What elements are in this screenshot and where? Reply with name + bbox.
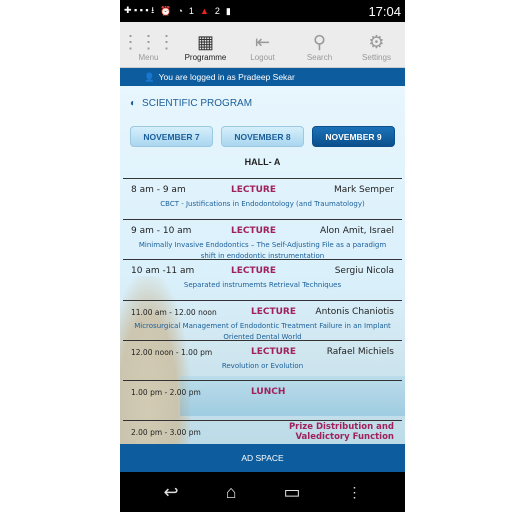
clock: 17:04 (368, 3, 401, 19)
logout-button[interactable]: ⇤ Logout (234, 22, 291, 67)
session-description: Separated instrumemts Retrieval Techniqu… (183, 281, 342, 289)
signal-2-label: 2 (214, 6, 220, 16)
session-line: 1.00 pm - 2.00 pm LUNCH (123, 383, 402, 401)
session-line: 10 am -11 am LECTURE Sergiu Nicola (123, 262, 402, 280)
session-line: 8 am - 9 am LECTURE Mark Semper (123, 181, 402, 199)
tab-november-8[interactable]: NOVEMBER 8 (221, 126, 304, 147)
session-type: Prize Distribution and Valedictory Funct… (288, 422, 394, 442)
session-line: 12.00 noon - 1.00 pm LECTURE Rafael Michie… (123, 343, 402, 361)
phone-screen: ✚ ▪ ▪ ▪ ⭳ ⏰ ◔ 1 ▲ 2 ▮ 17:04 ⋮⋮⋮ Menu ▦ Pro… (120, 0, 405, 512)
session-line: 2.00 pm - 3.00 pm Prize Distribution and … (123, 422, 402, 442)
session-type: LECTURE (231, 266, 277, 276)
settings-button[interactable]: ⚙ Settings (348, 22, 405, 67)
settings-label: Settings (362, 53, 391, 62)
recents-icon[interactable]: ▭ (283, 482, 300, 503)
search-label: Search (306, 53, 333, 62)
search-icon: ⚲ (312, 32, 327, 52)
session-time: 2.00 pm - 3.00 pm (131, 427, 201, 437)
session-row[interactable]: 9 am - 10 am LECTURE Alon Amit, Israel Mini… (123, 219, 402, 262)
ad-banner[interactable]: AD SPACE (120, 444, 405, 472)
home-icon[interactable]: ⌂ (226, 482, 237, 503)
session-time: 8 am - 9 am (131, 185, 186, 195)
programme-button[interactable]: ▦ Programme (177, 22, 234, 67)
session-speaker: Sergiu Nicola (334, 266, 394, 276)
session-speaker: Mark Semper (333, 185, 394, 195)
date-tabs: NOVEMBER 7 NOVEMBER 8 NOVEMBER 9 (130, 126, 395, 147)
session-type: LECTURE (231, 185, 277, 195)
session-line: 9 am - 10 am LECTURE Alon Amit, Israel (123, 222, 402, 240)
section-title: SCIENTIFIC PROGRAM (142, 98, 253, 109)
grid-icon: ⋮⋮⋮ (121, 32, 176, 52)
session-time: 1.00 pm - 2.00 pm (131, 387, 201, 397)
logout-label: Logout (250, 53, 275, 62)
hall-label: HALL- A (244, 157, 281, 167)
back-icon[interactable]: ↩ (164, 482, 179, 503)
session-type: LECTURE (251, 307, 297, 317)
menu-button[interactable]: ⋮⋮⋮ Menu (120, 22, 177, 67)
calendar-icon: ▦ (196, 32, 214, 52)
status-bar: ✚ ▪ ▪ ▪ ⭳ ⏰ ◔ 1 ▲ 2 ▮ 17:04 (120, 0, 405, 22)
toolbar: ⋮⋮⋮ Menu ▦ Programme ⇤ Logout ⚲ Search ⚙ Sett… (120, 22, 405, 68)
programme-label: Programme (184, 53, 227, 62)
gear-icon: ⚙ (368, 32, 385, 52)
warning-icon: ▲ (199, 6, 209, 16)
search-button[interactable]: ⚲ Search (291, 22, 348, 67)
login-banner: 👤 You are logged in as Pradeep Sekar (120, 68, 405, 86)
signal-1-label: 1 (188, 6, 194, 16)
session-description: CBCT - Justifications in Endodontology (… (160, 200, 365, 208)
tab-november-7[interactable]: NOVEMBER 7 (130, 126, 213, 147)
session-row[interactable]: 2.00 pm - 3.00 pm Prize Distribution and … (123, 420, 402, 442)
logout-icon: ⇤ (254, 32, 271, 52)
session-description: Revolution or Evolution (221, 362, 304, 370)
android-nav-bar: ↩ ⌂ ▭ ⋮ (120, 472, 405, 512)
session-time: 12.00 noon - 1.00 pm (131, 347, 213, 357)
session-row[interactable]: 10 am -11 am LECTURE Sergiu Nicola Separate… (123, 259, 402, 291)
bullet-icon: ◐ (130, 98, 137, 109)
session-speaker: Antonis Chaniotis (315, 307, 394, 317)
session-row[interactable]: 8 am - 9 am LECTURE Mark Semper CBCT - Just… (123, 178, 402, 210)
login-text: You are logged in as Pradeep Sekar (158, 72, 295, 82)
session-type: LUNCH (251, 387, 286, 397)
tab-november-9[interactable]: NOVEMBER 9 (312, 126, 395, 147)
session-time: 9 am - 10 am (131, 226, 192, 236)
session-time: 10 am -11 am (131, 266, 195, 276)
session-line: 11.00 am - 12.00 noon LECTURE Antonis Chan… (123, 303, 402, 321)
session-type: LECTURE (231, 226, 277, 236)
alarm-icon: ⏰ (160, 5, 172, 16)
overflow-icon[interactable]: ⋮ (347, 484, 361, 501)
session-row[interactable]: 11.00 am - 12.00 noon LECTURE Antonis Chan… (123, 300, 402, 343)
wifi-icon: ◔ (177, 6, 183, 16)
notification-icons: ✚ ▪ ▪ ▪ ⭳ (124, 5, 155, 15)
session-row[interactable]: 12.00 noon - 1.00 pm LECTURE Rafael Michie… (123, 340, 402, 372)
battery-icon: ▮ (225, 5, 231, 16)
programme-content[interactable]: ◐ SCIENTIFIC PROGRAM NOVEMBER 7 NOVEMBER … (120, 86, 405, 444)
session-speaker: Alon Amit, Israel (320, 226, 394, 236)
menu-label: Menu (138, 53, 159, 62)
session-time: 11.00 am - 12.00 noon (131, 307, 217, 317)
session-row[interactable]: 1.00 pm - 2.00 pm LUNCH (123, 380, 402, 401)
section-header: ◐ SCIENTIFIC PROGRAM (130, 98, 252, 109)
user-icon: 👤 (144, 71, 155, 82)
session-type: LECTURE (251, 347, 297, 357)
session-speaker: Rafael Michiels (326, 347, 394, 357)
